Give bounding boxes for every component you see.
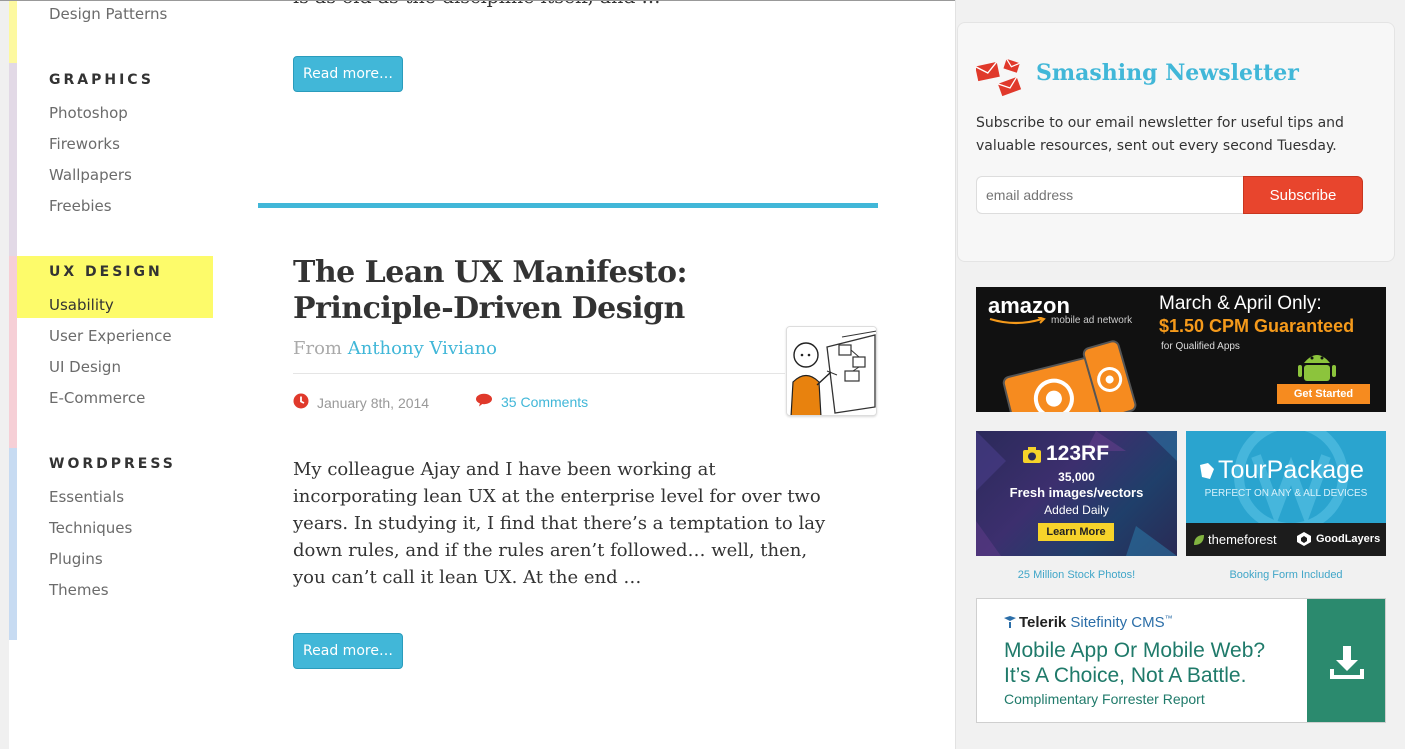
123rf-ad-banner[interactable]: 123RF 35,000 Fresh images/vectors Added … — [976, 431, 1177, 556]
nav-item-photoshop[interactable]: Photoshop — [49, 104, 128, 122]
nav-item-themes[interactable]: Themes — [49, 581, 109, 599]
nav-heading-wordpress[interactable]: WORDPRESS — [49, 456, 176, 472]
post-date-text: January 8th, 2014 — [317, 394, 430, 411]
author-link[interactable]: Anthony Viviano — [348, 338, 497, 359]
post-byline: From Anthony Viviano — [293, 338, 497, 359]
category-strip-segment — [9, 448, 17, 640]
nav-item-essentials[interactable]: Essentials — [49, 488, 124, 506]
nav-item-wallpapers[interactable]: Wallpapers — [49, 166, 132, 184]
telerik-brand: Telerik — [1019, 614, 1067, 631]
nav-item-e-commerce[interactable]: E-Commerce — [49, 389, 145, 407]
previous-post-excerpt: is as old as the discipline itself, and … — [293, 0, 661, 8]
byline-rule — [293, 373, 785, 374]
telerik-headline-1: Mobile App Or Mobile Web? — [1004, 639, 1266, 662]
nav-item-fireworks[interactable]: Fireworks — [49, 135, 120, 153]
telerik-ad-banner[interactable]: Telerik Sitefinity CMS™ Mobile App Or Mo… — [976, 598, 1386, 723]
themeforest-leaf-icon — [1194, 535, 1204, 545]
tourpackage-footer: themeforest GoodLayers — [1186, 523, 1386, 556]
category-strip-segment — [9, 63, 17, 256]
telerik-brand-line: Telerik Sitefinity CMS™ — [1019, 614, 1173, 631]
amazon-headline: March & April Only: — [1159, 293, 1322, 314]
tourpackage-logo-text: TourPackage — [1218, 456, 1364, 484]
goodlayers-icon — [1297, 532, 1311, 546]
post-title-line: The Lean UX Manifesto: — [293, 255, 688, 290]
comments-link[interactable]: 35 Comments — [501, 394, 588, 410]
123rf-line1: Fresh images/vectors — [1009, 485, 1144, 500]
post-thumbnail[interactable] — [786, 326, 877, 416]
amazon-qualifier: for Qualified Apps — [1161, 341, 1240, 352]
nav-heading-graphics[interactable]: GRAPHICS — [49, 72, 154, 88]
tourpackage-ad-banner[interactable]: TourPackage PERFECT ON ANY & ALL DEVICES… — [1186, 431, 1386, 556]
category-strip-segment — [9, 0, 17, 63]
amazon-price: $1.50 CPM Guaranteed — [1159, 316, 1355, 336]
themeforest-logo-text: themeforest — [1208, 532, 1277, 547]
post-excerpt: My colleague Ajay and I have been workin… — [293, 459, 826, 588]
123rf-ad-caption[interactable]: 25 Million Stock Photos! — [976, 569, 1177, 581]
tablet-phone-illustration — [1002, 340, 1137, 412]
post-divider — [258, 203, 878, 208]
comment-bubble-icon — [475, 393, 493, 410]
nav-item-freebies[interactable]: Freebies — [49, 197, 112, 215]
tourpackage-ad-caption[interactable]: Booking Form Included — [1186, 569, 1386, 581]
amazon-ad-banner[interactable]: amazon mobile ad network March & April O… — [976, 287, 1386, 412]
trademark-mark: ™ — [1164, 614, 1173, 623]
newsletter-title: Smashing Newsletter — [1036, 60, 1299, 86]
nav-item-plugins[interactable]: Plugins — [49, 550, 103, 568]
tourpackage-subtitle: PERFECT ON ANY & ALL DEVICES — [1204, 488, 1368, 499]
post-comments[interactable]: 35 Comments — [475, 393, 588, 410]
telerik-headline-2: It’s A Choice, Not A Battle. — [1004, 664, 1247, 687]
goodlayers-logo-text: GoodLayers — [1316, 533, 1381, 545]
amazon-get-started-button[interactable]: Get Started — [1277, 384, 1370, 404]
illustration-thumbnail-image — [787, 327, 876, 415]
telerik-download-button[interactable] — [1307, 599, 1385, 722]
telerik-subline: Complimentary Forrester Report — [1004, 691, 1205, 707]
amazon-subtitle: mobile ad network — [1051, 315, 1133, 326]
byline-from-label: From — [293, 338, 342, 359]
envelopes-icon — [974, 58, 1024, 103]
newsletter-description: Subscribe to our email newsletter for us… — [976, 115, 1344, 154]
post-title-line: Principle-Driven Design — [293, 291, 685, 326]
telerik-product: Sitefinity CMS — [1070, 614, 1165, 631]
post-date: January 8th, 2014 — [293, 393, 429, 412]
post-title[interactable]: The Lean UX Manifesto: Principle-Driven … — [293, 255, 773, 327]
telerik-logo-icon — [1004, 616, 1016, 628]
category-strip-segment — [9, 256, 17, 448]
page-edge — [0, 0, 9, 749]
123rf-logo-text: 123RF — [1046, 442, 1110, 465]
nav-item-ui-design[interactable]: UI Design — [49, 358, 121, 376]
read-more-button[interactable]: Read more… — [293, 633, 403, 669]
123rf-count: 35,000 — [1058, 470, 1095, 484]
amazon-smile-icon — [989, 317, 1046, 325]
viewport-top-border — [0, 0, 955, 1]
123rf-line2: Added Daily — [1044, 503, 1109, 517]
nav-item-user-experience[interactable]: User Experience — [49, 327, 172, 345]
nav-item-techniques[interactable]: Techniques — [49, 519, 132, 537]
nav-heading-ux-design[interactable]: UX DESIGN — [49, 264, 163, 280]
nav-item-design-patterns[interactable]: Design Patterns — [49, 5, 167, 23]
android-icon — [1298, 355, 1336, 381]
subscribe-button[interactable]: Subscribe — [1243, 176, 1363, 214]
tourpackage-logo-icon — [1200, 463, 1214, 479]
123rf-learn-more-button[interactable]: Learn More — [1038, 523, 1114, 541]
download-icon — [1330, 645, 1364, 679]
email-input[interactable] — [976, 176, 1244, 214]
camera-icon — [1023, 447, 1041, 463]
clock-icon — [293, 393, 309, 412]
read-more-button[interactable]: Read more… — [293, 56, 403, 92]
nav-item-usability[interactable]: Usability — [49, 296, 114, 314]
